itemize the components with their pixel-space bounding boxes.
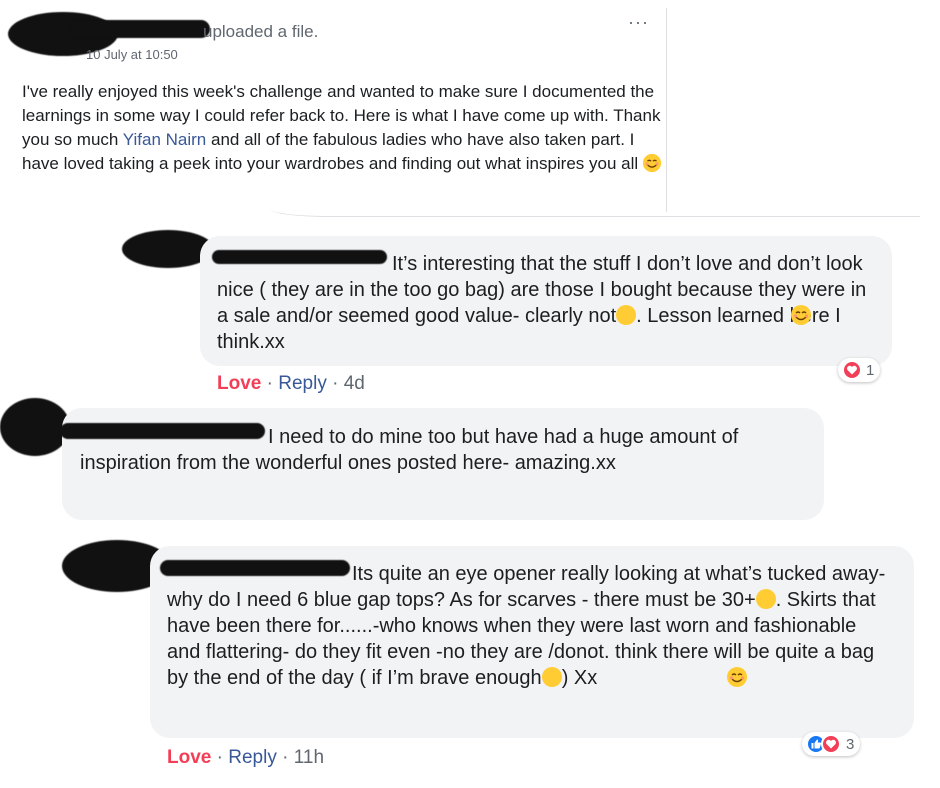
- smiling-emoji-icon: [616, 305, 812, 325]
- reaction-summary[interactable]: 1: [838, 358, 881, 382]
- comment-text: I need to do mine too but have had a hug…: [80, 426, 739, 474]
- more-options-icon[interactable]: ···: [628, 12, 649, 33]
- comment-age[interactable]: 4d: [344, 373, 365, 394]
- comment-actions: Love · Reply · 11h: [167, 747, 325, 768]
- reaction-summary[interactable]: 3: [802, 732, 861, 756]
- reaction-count: 3: [846, 735, 855, 753]
- comment-text: It’s interesting that the stuff I don’t …: [217, 253, 867, 353]
- mention-link[interactable]: Yifan Nairn: [123, 130, 206, 149]
- smiling-emoji-icon: [642, 154, 661, 172]
- heart-reaction-icon: [821, 734, 841, 754]
- comment-text: Its quite an eye opener really looking a…: [167, 563, 886, 689]
- smiling-emoji-icon: [541, 667, 747, 687]
- comment-age[interactable]: 11h: [294, 747, 324, 768]
- worried-emoji-icon: [755, 589, 776, 609]
- post-divider: [666, 8, 667, 212]
- post-header: uploaded a file.: [203, 22, 319, 41]
- reply-button[interactable]: Reply: [278, 373, 327, 394]
- reaction-count: 1: [866, 361, 875, 379]
- love-button[interactable]: Love: [217, 373, 261, 394]
- post-body: I've really enjoyed this week's challeng…: [22, 82, 661, 173]
- reply-button[interactable]: Reply: [228, 747, 277, 768]
- love-button[interactable]: Love: [167, 747, 211, 768]
- redacted-avatar: [0, 398, 70, 456]
- post-bottom-border: [270, 208, 920, 217]
- heart-reaction-icon: [842, 360, 862, 380]
- redacted-author-name: [70, 20, 210, 38]
- original-post: uploaded a file. 10 July at 10:50 ··· I'…: [0, 0, 668, 212]
- comment-actions: Love · Reply · 4d: [217, 373, 365, 394]
- post-timestamp[interactable]: 10 July at 10:50: [86, 47, 178, 62]
